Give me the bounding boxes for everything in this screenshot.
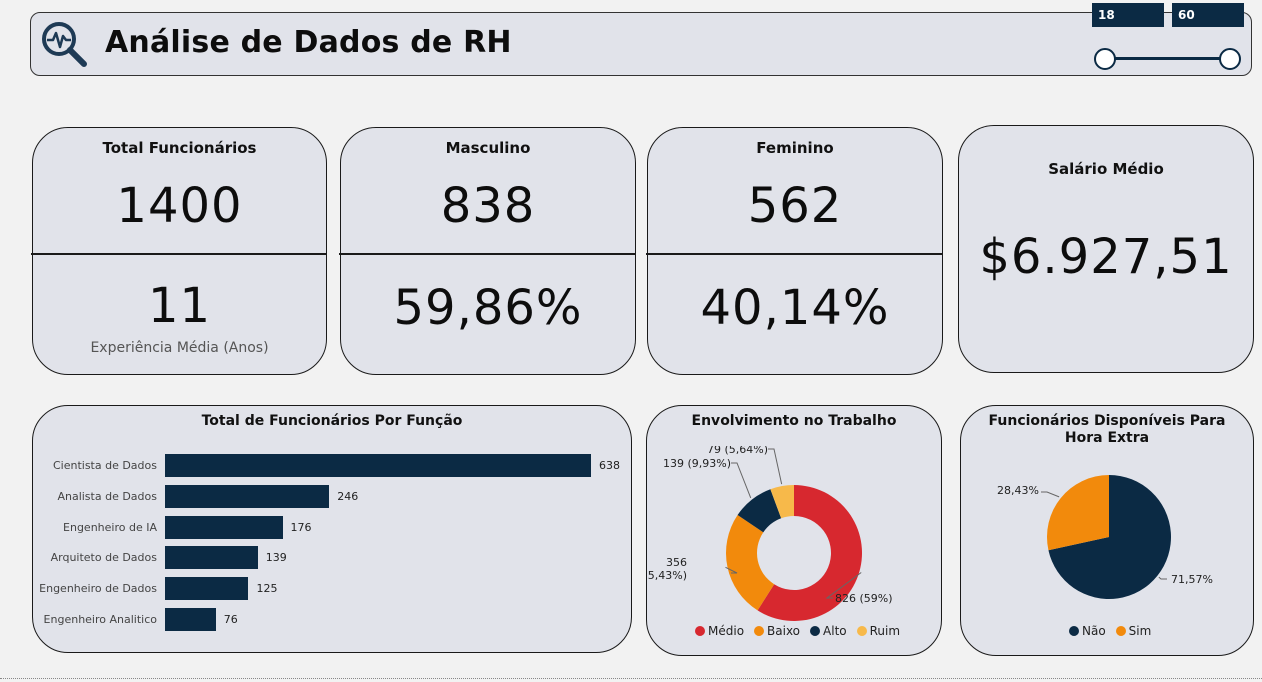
male-percent: 59,86% xyxy=(393,280,583,336)
legend-label: Sim xyxy=(1128,624,1152,638)
job-involvement-donut-chart: 826 (59%) 356(25,43%) 139 (9,93%)79 (5,64%… xyxy=(647,446,893,621)
job-involvement-card: Envolvimento no Trabalho 826 (59%) 356(25… xyxy=(646,405,942,656)
overtime-card: Funcionários Disponíveis Para Hora Extra… xyxy=(960,405,1254,656)
card-divider xyxy=(646,253,943,255)
female-card: Feminino 562 40,14% xyxy=(646,127,943,375)
employees-by-role-title: Total de Funcionários Por Função xyxy=(201,413,463,429)
avg-salary-card: Salário Médio $6.927,51 xyxy=(958,125,1254,373)
bar-value-label: 246 xyxy=(337,489,359,503)
bar[interactable] xyxy=(165,577,249,601)
legend-label: Não xyxy=(1082,624,1106,638)
pie-data-label: 79 (5,64%) xyxy=(707,446,768,456)
pie-data-label: (25,43%) xyxy=(647,569,687,582)
legend-label: Ruim xyxy=(869,624,901,638)
avg-experience-label: Experiência Média (Anos) xyxy=(90,340,269,356)
bar[interactable] xyxy=(165,515,283,539)
card-divider xyxy=(31,253,327,255)
legend-item[interactable]: Não xyxy=(1069,624,1106,638)
female-title: Feminino xyxy=(756,139,834,157)
bar-value-label: 176 xyxy=(290,520,312,534)
card-divider xyxy=(339,253,636,255)
job-involvement-title: Envolvimento no Trabalho xyxy=(691,413,897,429)
header-bar: Análise de Dados de RH xyxy=(30,12,1252,76)
female-percent: 40,14% xyxy=(700,280,890,336)
female-count: 562 xyxy=(747,178,843,234)
pie-data-label: 356 xyxy=(666,556,687,569)
page-bottom-rule xyxy=(0,678,1262,679)
legend-swatch xyxy=(856,626,867,636)
avg-experience-value: 11 xyxy=(147,278,212,334)
age-slider-track[interactable] xyxy=(1105,57,1231,60)
legend-swatch xyxy=(695,626,705,636)
male-title: Masculino xyxy=(445,139,531,157)
legend-swatch xyxy=(810,626,821,636)
age-slider-min-handle[interactable] xyxy=(1094,48,1116,70)
legend-item[interactable]: Sim xyxy=(1115,624,1152,638)
bar-category-label: Engenheiro Analitico xyxy=(43,613,157,626)
pie-leader-line xyxy=(768,448,783,485)
bar-value-label: 638 xyxy=(599,459,620,472)
pie-data-label: 28,43% xyxy=(997,484,1039,497)
pie-data-label: 71,57% xyxy=(1171,573,1213,586)
age-max-input[interactable]: 60 xyxy=(1172,3,1244,27)
pie-data-label: 826 (59%) xyxy=(835,592,893,605)
pie-slice-sim[interactable] xyxy=(1047,475,1109,551)
pie-leader-line xyxy=(1158,576,1167,580)
employees-by-role-card: Total de Funcionários Por Função Cientis… xyxy=(32,405,632,653)
legend-item[interactable]: Baixo xyxy=(754,624,800,638)
legend-label: Médio xyxy=(708,624,745,638)
bar[interactable] xyxy=(165,484,330,508)
pie-data-label: 139 (9,93%) xyxy=(663,457,731,470)
avg-salary-value: $6.927,51 xyxy=(979,229,1233,285)
bar-value-label: 76 xyxy=(223,613,238,626)
total-employees-title: Total Funcionários xyxy=(102,139,257,157)
legend-swatch xyxy=(1069,626,1079,636)
legend-item[interactable]: Alto xyxy=(810,624,847,638)
overtime-pie-chart: 71,57% 28,43% xyxy=(997,475,1213,599)
pie-leader-line xyxy=(731,462,752,499)
overtime-title: Funcionários Disponíveis Para Hora Extra xyxy=(988,413,1226,446)
age-slider-max-handle[interactable] xyxy=(1219,48,1241,70)
legend-item[interactable]: Médio xyxy=(695,624,744,638)
overtime-legend: Não Sim xyxy=(1069,624,1157,638)
age-min-input[interactable]: 18 xyxy=(1092,3,1164,27)
page-title: Análise de Dados de RH xyxy=(105,25,512,60)
bar-value-label: 125 xyxy=(256,582,278,596)
legend-swatch xyxy=(754,626,765,636)
avg-salary-title: Salário Médio xyxy=(1048,160,1164,178)
legend-label: Baixo xyxy=(767,624,801,638)
job-involvement-legend: Médio Baixo Alto Ruim xyxy=(695,624,906,638)
analytics-search-icon xyxy=(39,19,91,75)
bar-value-label: 139 xyxy=(265,551,287,565)
bar[interactable] xyxy=(165,454,591,477)
bar-category-label: Engenheiro de IA xyxy=(63,520,157,534)
total-employees-card: Total Funcionários 1400 11 Experiência M… xyxy=(31,127,327,375)
legend-item[interactable]: Ruim xyxy=(856,624,901,638)
legend-swatch xyxy=(1115,626,1126,636)
pie-leader-line xyxy=(1041,491,1060,498)
bar[interactable] xyxy=(165,608,216,631)
bar[interactable] xyxy=(165,546,258,570)
bar-category-label: Engenheiro de Dados xyxy=(39,582,157,596)
male-card: Masculino 838 59,86% xyxy=(339,127,636,375)
total-employees-value: 1400 xyxy=(116,178,243,234)
bar-category-label: Arquiteto de Dados xyxy=(50,551,157,565)
bar-category-label: Cientista de Dados xyxy=(52,459,157,472)
legend-label: Alto xyxy=(823,624,847,638)
male-count: 838 xyxy=(440,178,536,234)
bar-category-label: Analista de Dados xyxy=(57,489,157,503)
